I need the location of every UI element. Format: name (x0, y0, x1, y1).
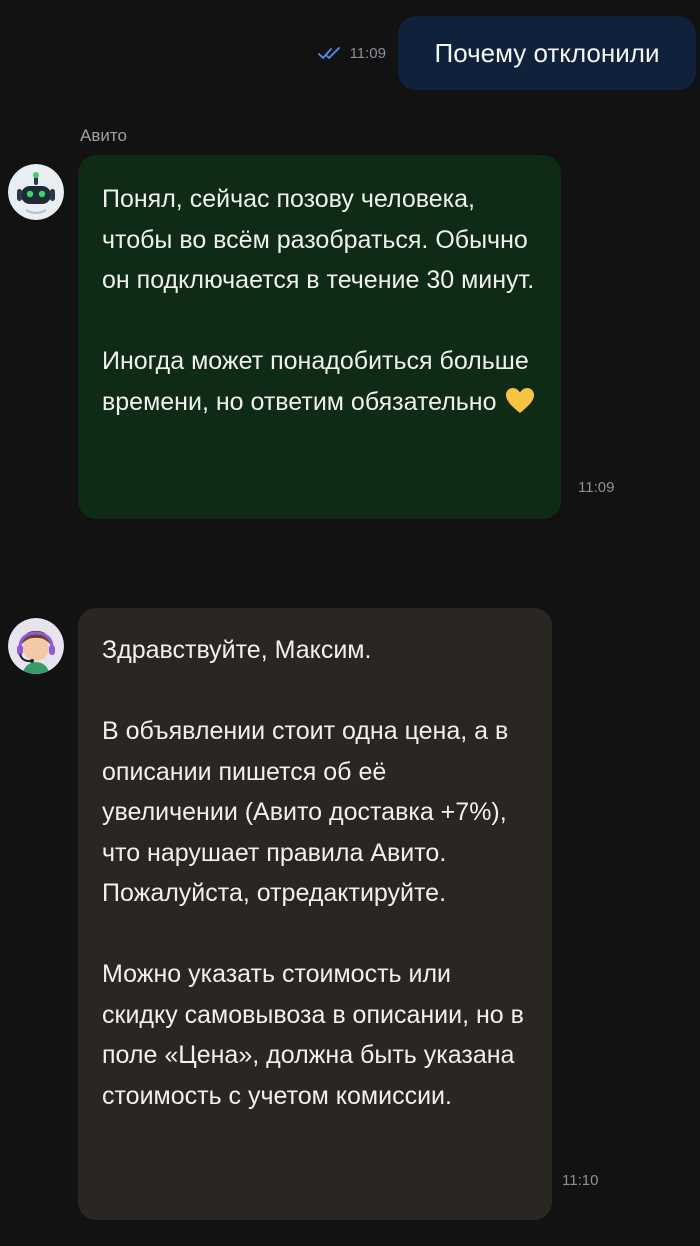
outgoing-message-bubble[interactable]: Почему отклонили (398, 16, 696, 90)
bot-message-bubble[interactable]: Понял, сейчас позову человека, чтобы во … (78, 155, 561, 519)
robot-avatar[interactable] (8, 164, 64, 220)
chat-thread[interactable]: 11:09 Почему отклонили Авито Понял, сейч… (0, 0, 700, 1246)
bot-message-paragraph: Понял, сейчас позову человека, чтобы во … (102, 185, 535, 294)
agent-message-bubble[interactable]: Здравствуйте, Максим. В объявлении стоит… (78, 608, 552, 1220)
double-check-icon (317, 47, 340, 59)
outgoing-message-meta: 11:09 (317, 44, 386, 62)
sender-name: Авито (80, 126, 127, 145)
yellow-heart-icon (505, 387, 534, 413)
outgoing-message-time: 11:09 (349, 44, 386, 62)
agent-message-paragraph: Здравствуйте, Максим. (102, 636, 372, 664)
bot-message-time: 11:09 (578, 479, 615, 496)
outgoing-message-text: Почему отклонили (434, 37, 660, 68)
agent-message-paragraph: В объявлении стоит одна цена, а в описан… (102, 717, 509, 907)
bot-message-paragraph: Иногда может понадобиться больше времени… (102, 341, 537, 422)
outgoing-message-row: 11:09 Почему отклонили (317, 16, 696, 90)
agent-message-paragraph: Можно указать стоимость или скидку самов… (102, 960, 524, 1110)
support-agent-avatar[interactable] (8, 618, 64, 674)
bot-message-text: Иногда может понадобиться больше времени… (102, 347, 529, 416)
agent-message-time: 11:10 (562, 1172, 599, 1189)
